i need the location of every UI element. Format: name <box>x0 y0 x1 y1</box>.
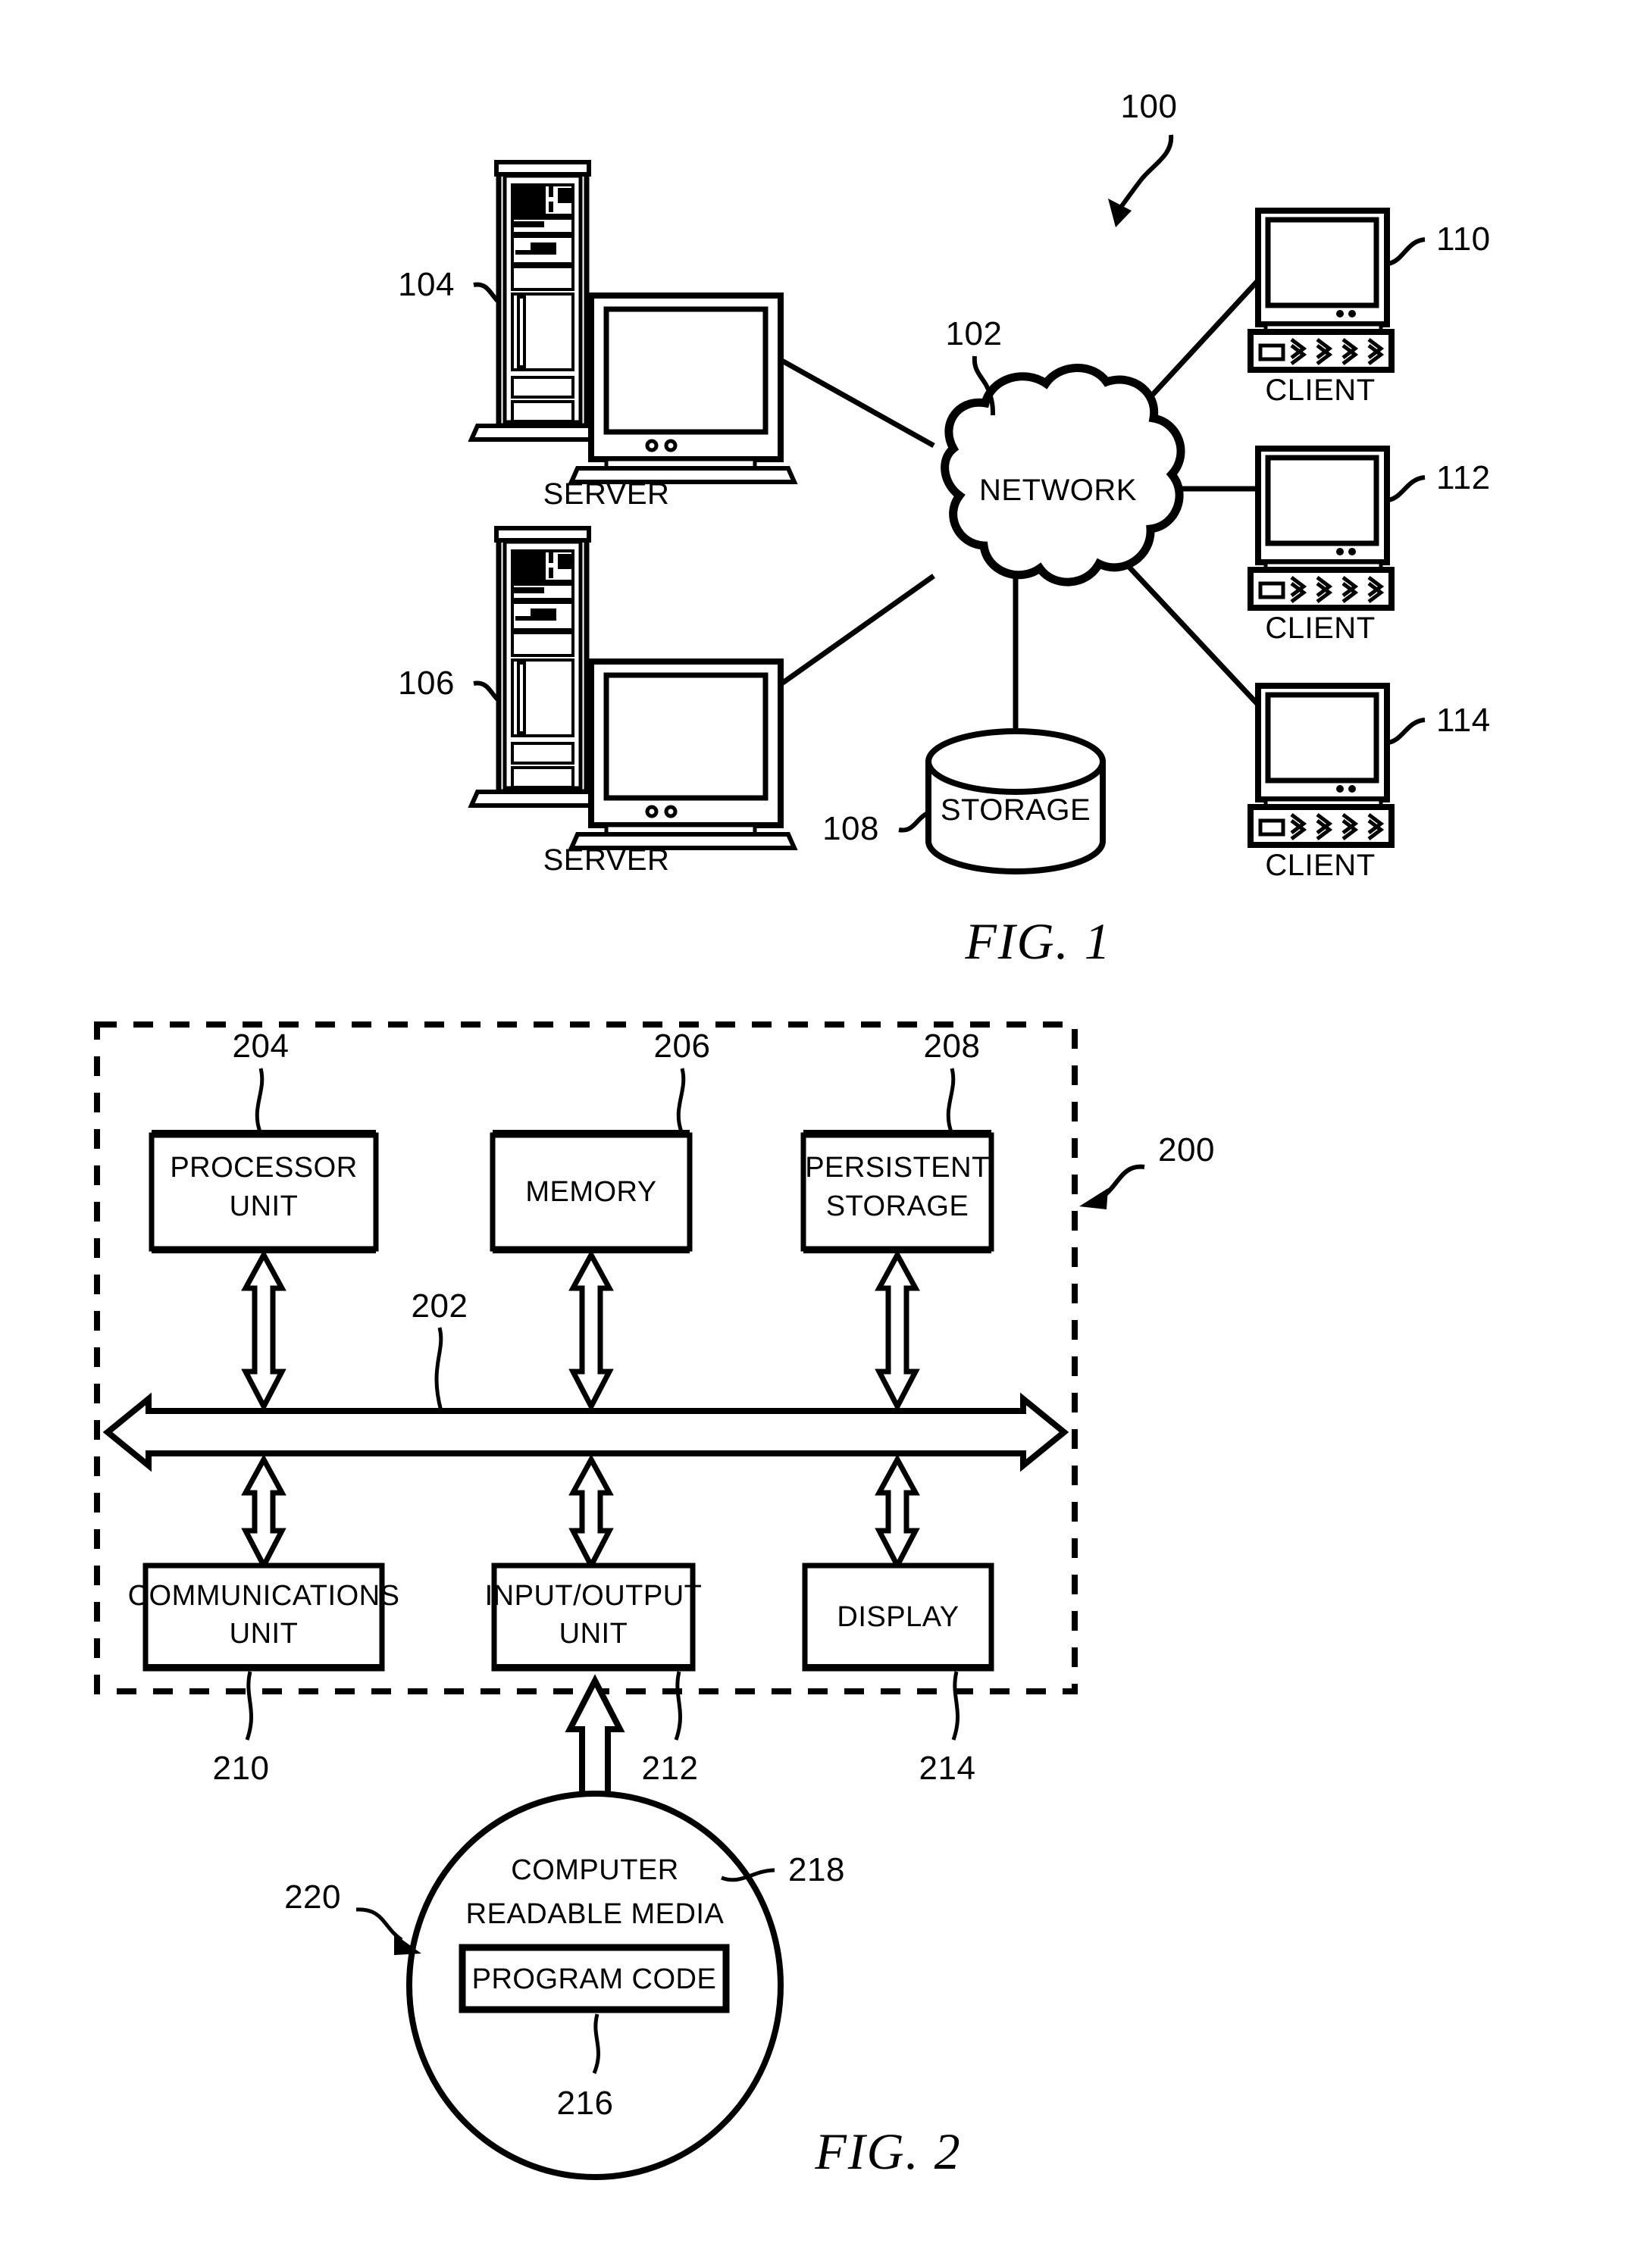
network-label: NETWORK <box>979 474 1137 507</box>
ref-label-206: 206 <box>654 1028 711 1065</box>
computer-readable-media-label-line2: READABLE MEDIA <box>466 1898 725 1930</box>
system-200-leader <box>1079 1164 1145 1209</box>
input-output-unit-label-line1: INPUT/OUTPUT <box>485 1580 703 1612</box>
client-112-label: CLIENT <box>1265 612 1375 645</box>
communications-unit-label-line1: COMMUNICATIONS <box>128 1580 400 1612</box>
ref-label-114: 114 <box>1436 702 1491 739</box>
input-output-unit-box: INPUT/OUTPUT UNIT <box>485 1563 703 1672</box>
ref-208-leader <box>946 1068 956 1134</box>
ref-114-leader <box>1388 718 1426 745</box>
ref-label-210: 210 <box>213 1750 270 1787</box>
ref-204-leader <box>255 1068 265 1134</box>
ref-220-leader <box>355 1907 421 1955</box>
input-output-unit-label-line2: UNIT <box>559 1618 628 1650</box>
ref-label-218: 218 <box>788 1851 845 1888</box>
persistent-storage-label-line1: PERSISTENT <box>805 1152 990 1184</box>
ref-label-208: 208 <box>924 1028 981 1065</box>
figure-2-group: 200 PROCESSOR UNIT 204 MEMORY 206 PERSIS… <box>94 1021 1215 2180</box>
memory-label: MEMORY <box>525 1176 656 1208</box>
ref-202-leader <box>434 1327 443 1412</box>
figure-1-group: 100 SERVER 104 SERVER 106 NETWORK 102 ST… <box>398 88 1491 970</box>
persistent-storage-label-line2: STORAGE <box>826 1190 969 1222</box>
communications-unit-box: COMMUNICATIONS UNIT <box>128 1563 400 1672</box>
server-106-label: SERVER <box>543 843 670 877</box>
system-100-leader <box>1108 134 1174 227</box>
ref-label-212: 212 <box>642 1750 699 1787</box>
server-104-icon <box>468 160 798 484</box>
client-114-icon <box>1248 683 1395 848</box>
figures-canvas: 100 SERVER 104 SERVER 106 NETWORK 102 ST… <box>94 88 1491 2180</box>
client-114-label: CLIENT <box>1265 849 1375 882</box>
ref-214-leader <box>951 1671 960 1741</box>
ref-label-104: 104 <box>398 266 455 303</box>
figure-1-caption: FIG. 1 <box>964 912 1111 970</box>
bus-connector-arrows-upper <box>241 1249 920 1412</box>
ref-label-214: 214 <box>919 1750 976 1787</box>
computer-readable-media-label-line1: COMPUTER <box>511 1854 678 1886</box>
client-110-label: CLIENT <box>1265 374 1375 407</box>
ref-label-216: 216 <box>557 2085 614 2122</box>
server-106-icon <box>468 526 798 850</box>
ref-label-102: 102 <box>946 315 1003 352</box>
server-104-label: SERVER <box>543 477 670 511</box>
persistent-storage-box: PERSISTENT STORAGE <box>800 1130 994 1253</box>
ref-112-leader <box>1388 475 1426 502</box>
ref-label-106: 106 <box>398 665 455 702</box>
memory-box: MEMORY <box>490 1130 693 1253</box>
processor-unit-label-line1: PROCESSOR <box>170 1152 357 1184</box>
program-code-box: PROGRAM CODE <box>459 1944 730 2013</box>
ref-206-leader <box>676 1068 686 1134</box>
ref-label-204: 204 <box>233 1028 290 1065</box>
ref-210-leader <box>245 1671 253 1741</box>
program-code-transfer-arrow <box>565 1674 625 1799</box>
ref-label-200: 200 <box>1158 1131 1215 1168</box>
system-bus <box>102 1392 1069 1472</box>
ref-110-leader <box>1388 237 1426 266</box>
processor-unit-box: PROCESSOR UNIT <box>149 1130 379 1253</box>
display-label: DISPLAY <box>837 1601 959 1633</box>
processor-unit-label-line2: UNIT <box>230 1190 299 1222</box>
ref-212-leader <box>674 1671 682 1741</box>
ref-label-202: 202 <box>412 1287 468 1325</box>
communications-unit-label-line2: UNIT <box>230 1618 299 1650</box>
program-code-label: PROGRAM CODE <box>472 1963 717 1995</box>
client-110-icon <box>1248 208 1395 373</box>
figure-2-caption: FIG. 2 <box>814 2123 961 2180</box>
storage-label: STORAGE <box>941 793 1091 827</box>
ref-label-220: 220 <box>284 1879 341 1916</box>
patent-figure-sheet: 100 SERVER 104 SERVER 106 NETWORK 102 ST… <box>0 0 1631 2268</box>
ref-label-112: 112 <box>1436 459 1491 496</box>
ref-label-108: 108 <box>822 810 879 847</box>
bus-connector-arrows-lower <box>241 1453 920 1572</box>
ref-label-100: 100 <box>1121 88 1178 125</box>
ref-label-110: 110 <box>1436 221 1491 258</box>
ref-108-leader <box>898 810 931 833</box>
client-112-icon <box>1248 446 1395 611</box>
display-box: DISPLAY <box>802 1563 994 1672</box>
